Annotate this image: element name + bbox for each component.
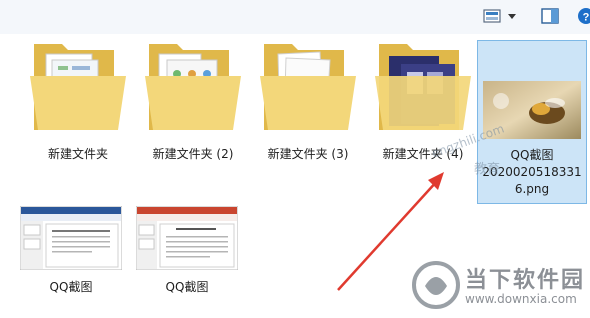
file-view: 新建文件夹 新建文件夹 (2) 新建文件夹 (3) 新建文件夹 (4) QQ截图… — [0, 34, 590, 309]
toolbar: ? — [0, 0, 590, 34]
folder-label: 新建文件夹 (2) — [152, 147, 234, 161]
folder-icon — [375, 44, 471, 130]
folder-label: 新建文件夹 (3) — [267, 147, 349, 161]
preview-pane-icon[interactable] — [540, 6, 560, 26]
chevron-down-icon[interactable] — [506, 6, 518, 26]
folder-icon — [145, 44, 241, 130]
folder-icon — [260, 44, 356, 130]
folder-item[interactable]: 新建文件夹 — [22, 34, 134, 162]
logo-url: www.downxia.com — [465, 292, 577, 306]
svg-text:?: ? — [583, 12, 590, 24]
file-name-line: 6.png — [514, 182, 550, 196]
document-thumbnail — [20, 206, 122, 270]
site-logo: 当下软件园 www.downxia.com — [405, 258, 585, 318]
image-file-item[interactable]: QQ截图 — [20, 206, 132, 296]
logo-name: 当下软件园 — [465, 268, 586, 293]
folder-icon — [30, 44, 126, 130]
folder-item[interactable]: 新建文件夹 (2) — [137, 34, 249, 162]
document-thumbnail — [136, 206, 238, 270]
view-options-icon[interactable] — [482, 6, 502, 26]
image-file-item[interactable]: QQ截图 — [136, 206, 248, 296]
file-name: QQ截图 — [49, 280, 93, 294]
image-file-item[interactable]: QQ截图 2020020518331 6.png — [477, 40, 587, 204]
file-name: QQ截图 — [165, 280, 209, 294]
watermark-text: 教育 — [474, 162, 501, 177]
folder-item[interactable]: 新建文件夹 (3) — [252, 34, 364, 162]
folder-label: 新建文件夹 — [47, 147, 108, 161]
logo-icon — [412, 261, 460, 309]
help-icon[interactable]: ? — [577, 6, 590, 26]
